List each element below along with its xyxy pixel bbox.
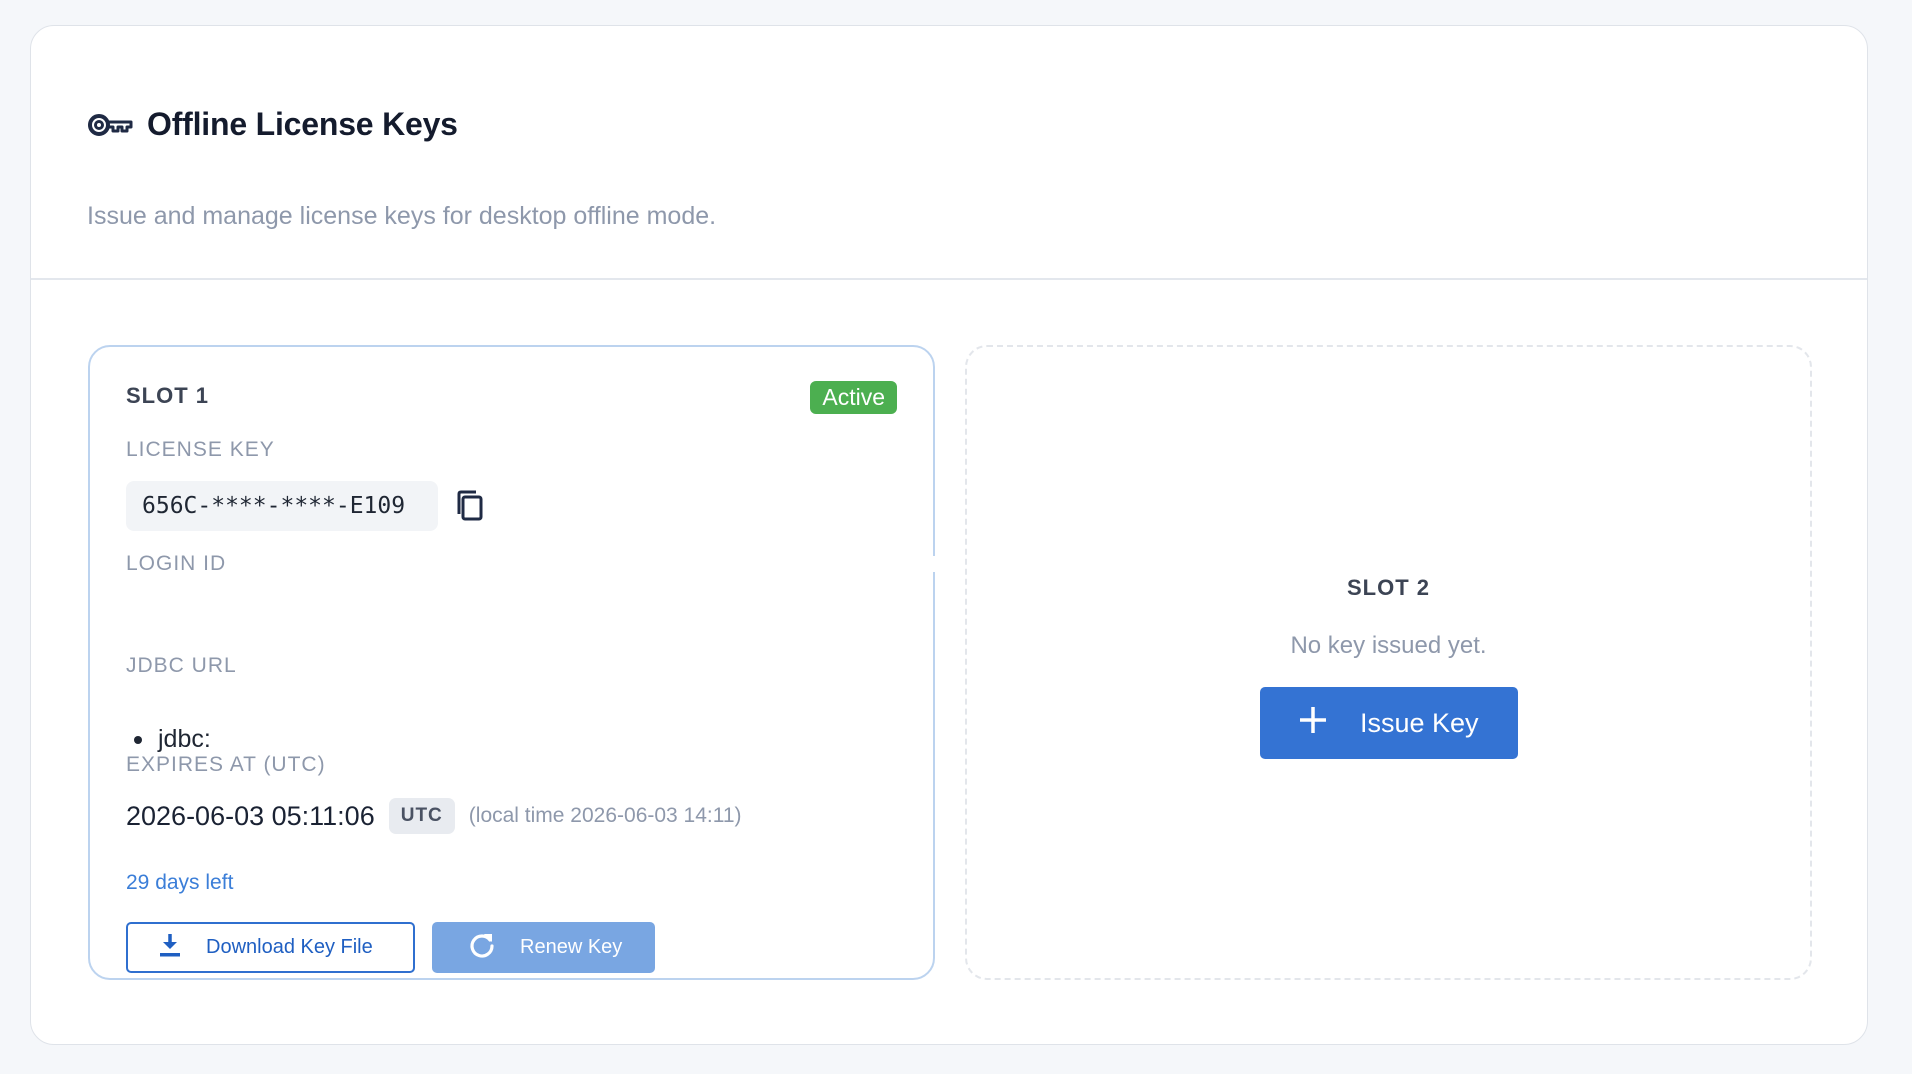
download-icon <box>158 932 182 964</box>
utc-badge: UTC <box>388 798 455 834</box>
license-key-value: 656C-****-****-E109 <box>126 481 438 531</box>
status-badge: Active <box>810 381 897 414</box>
copy-icon[interactable] <box>452 487 490 525</box>
download-key-file-button[interactable]: Download Key File <box>126 922 415 973</box>
login-id-label: LOGIN ID <box>126 552 227 575</box>
plus-icon <box>1298 705 1328 742</box>
card-header: Offline License Keys Issue and manage li… <box>31 26 1867 280</box>
slot-2-title: SLOT 2 <box>1346 575 1430 600</box>
page-title: Offline License Keys <box>147 106 458 142</box>
key-icon <box>87 110 133 140</box>
slot-1-border-gap <box>931 556 941 572</box>
expires-at-value: 2026-06-03 05:11:06 <box>126 800 375 831</box>
renew-label: Renew Key <box>520 936 623 958</box>
license-key-label: LICENSE KEY <box>126 438 275 461</box>
license-keys-card: Offline License Keys Issue and manage li… <box>30 25 1868 1045</box>
expires-row: 2026-06-03 05:11:06 UTC (local time 2026… <box>126 798 742 834</box>
jdbc-url-label: JDBC URL <box>126 654 237 677</box>
slot-1-card: SLOT 1 Active LICENSE KEY 656C-****-****… <box>88 345 935 980</box>
issue-key-button[interactable]: Issue Key <box>1260 687 1518 759</box>
refresh-icon <box>468 931 496 965</box>
jdbc-url-value: jdbc: <box>158 725 211 753</box>
local-time: (local time 2026-06-03 14:11) <box>468 804 742 827</box>
slot-2-empty-text: No key issued yet. <box>1290 632 1487 659</box>
download-label: Download Key File <box>206 936 373 958</box>
page-subtitle: Issue and manage license keys for deskto… <box>87 202 717 230</box>
days-left: 29 days left <box>126 871 234 894</box>
title-row: Offline License Keys <box>87 106 458 143</box>
bullet <box>134 735 142 744</box>
issue-key-label: Issue Key <box>1360 707 1479 738</box>
slot-2-card: SLOT 2 No key issued yet. Issue Key <box>965 345 1812 980</box>
renew-key-button[interactable]: Renew Key <box>432 922 655 973</box>
slot-1-title: SLOT 1 <box>126 383 210 408</box>
expires-label: EXPIRES AT (UTC) <box>126 753 326 776</box>
jdbc-url-item: jdbc: <box>134 725 211 754</box>
